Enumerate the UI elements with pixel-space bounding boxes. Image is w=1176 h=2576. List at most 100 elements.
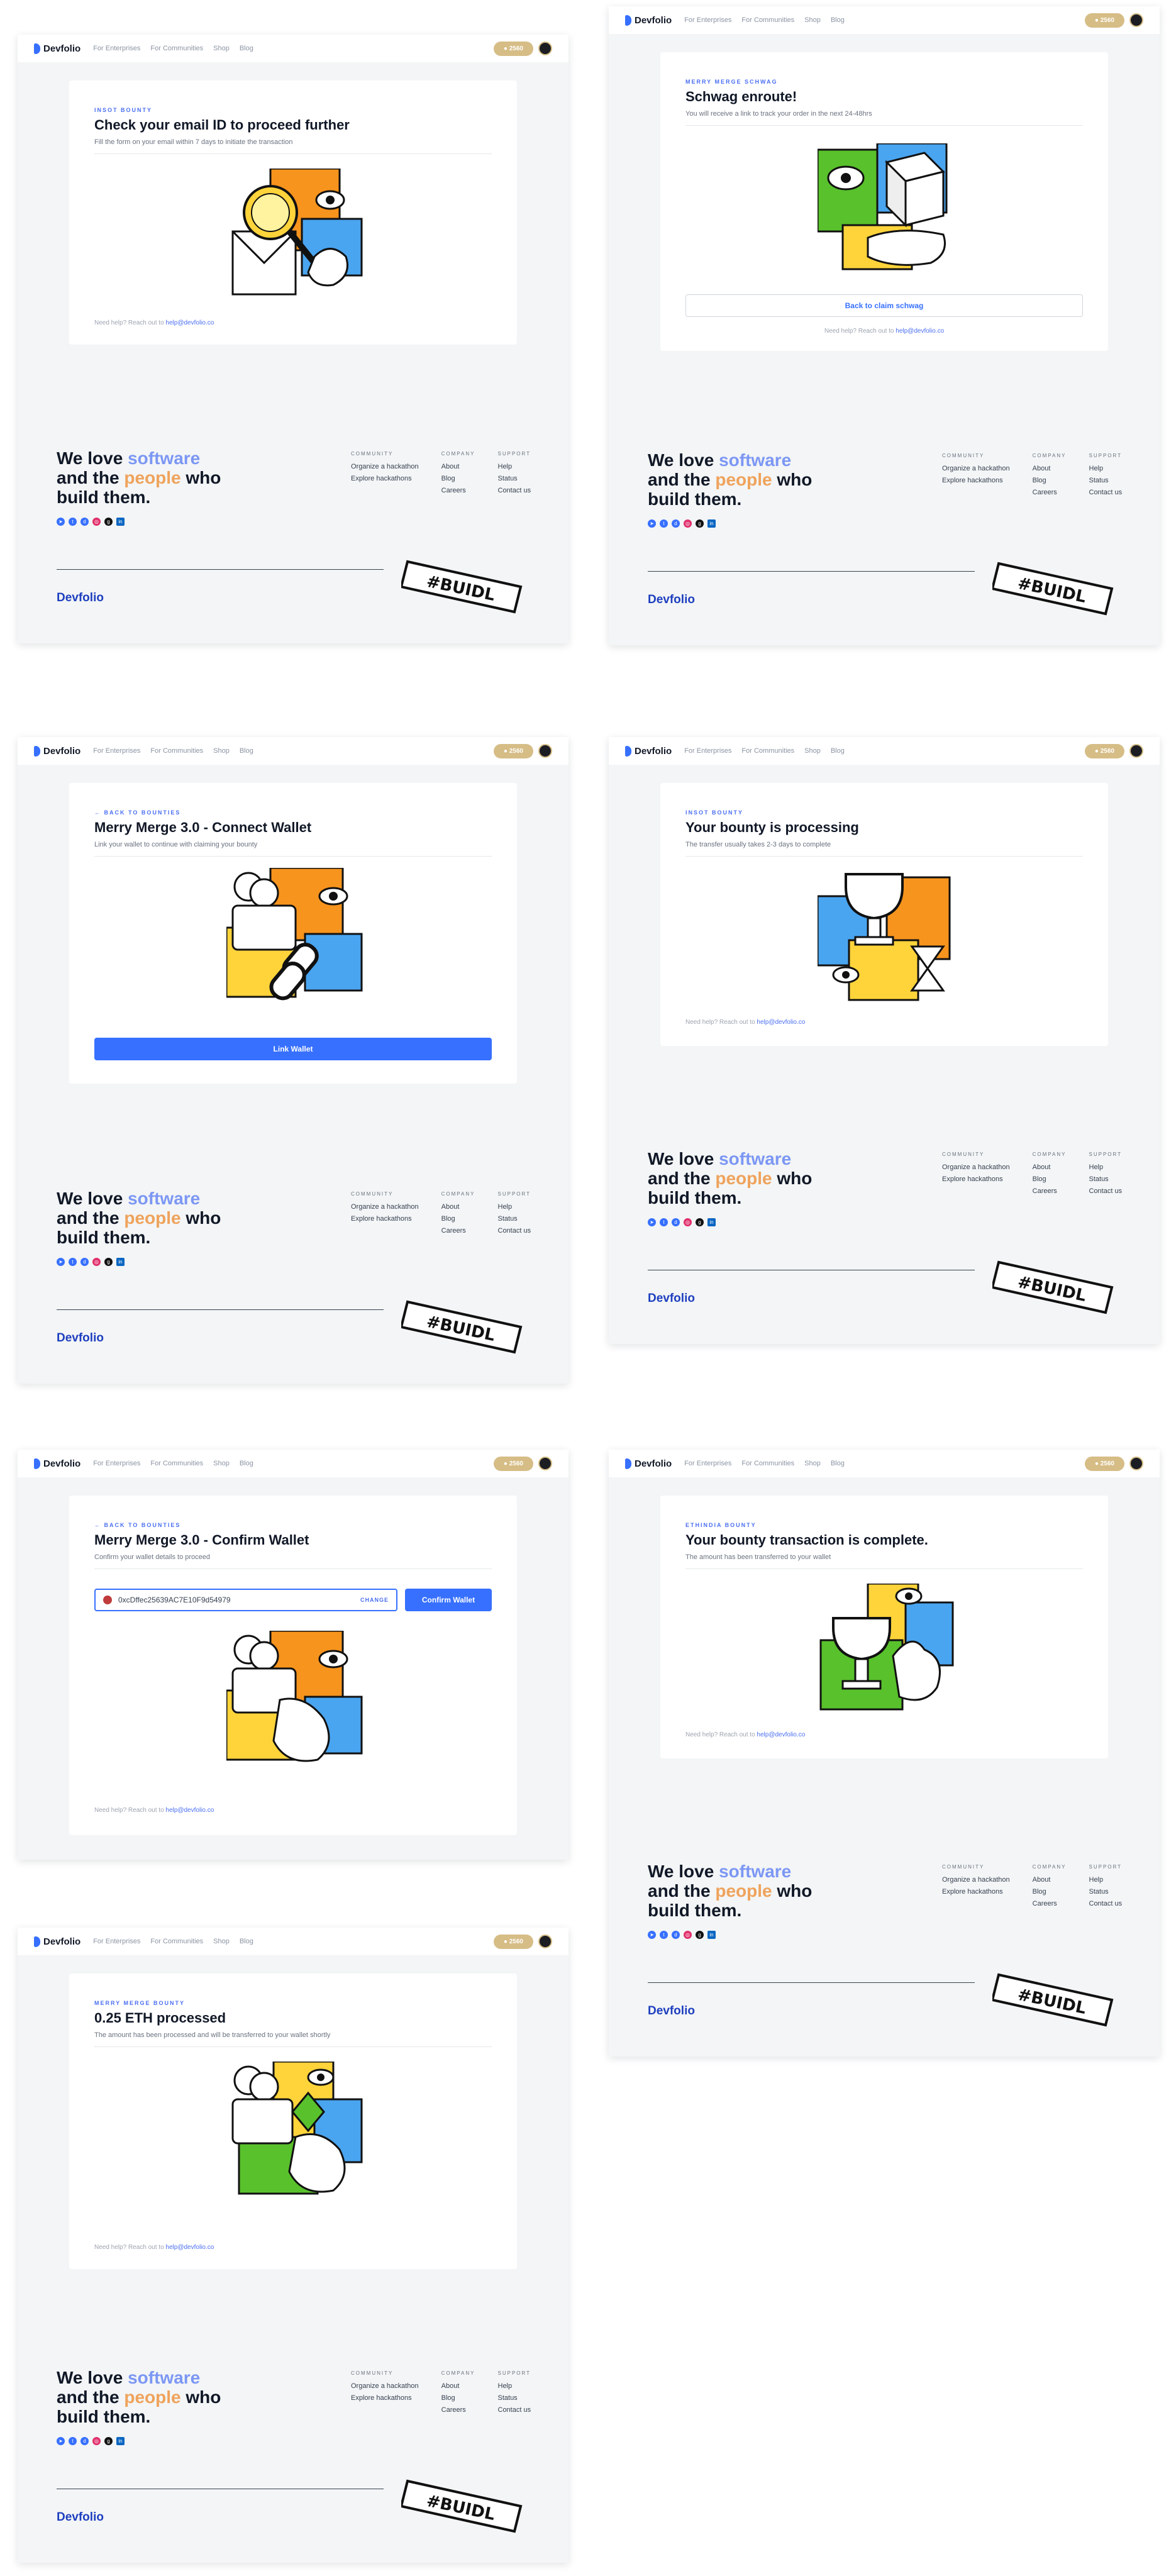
twitter-icon[interactable]: t [660, 519, 668, 528]
nav-enterprises[interactable]: For Enterprises [93, 747, 140, 755]
nav-communities[interactable]: For Communities [150, 747, 203, 755]
nav-enterprises[interactable]: For Enterprises [93, 45, 140, 52]
nav-blog[interactable]: Blog [831, 1460, 845, 1467]
avatar[interactable] [1129, 1457, 1143, 1470]
footer-link[interactable]: Organize a hackathon [942, 1876, 1010, 1884]
footer-link[interactable]: Explore hackathons [351, 2394, 419, 2402]
nav-communities[interactable]: For Communities [741, 747, 794, 755]
avatar[interactable] [538, 42, 552, 55]
footer-link[interactable]: About [1033, 1163, 1067, 1171]
footer-link[interactable]: Contact us [498, 1227, 531, 1235]
twitter-icon[interactable]: t [660, 1931, 668, 1939]
github-icon[interactable]: g [104, 518, 113, 526]
nav-blog[interactable]: Blog [240, 45, 253, 52]
footer-logo[interactable]: Devfolio [648, 1292, 695, 1306]
discord-icon[interactable]: d [672, 1218, 680, 1226]
points-badge[interactable]: ● 2560 [1084, 13, 1124, 28]
brand-logo[interactable]: Devfolio [34, 43, 80, 54]
linkedin-icon[interactable]: in [707, 1218, 716, 1226]
help-email-link[interactable]: help@devfolio.co [757, 1731, 805, 1738]
discord-icon[interactable]: d [80, 1258, 89, 1266]
avatar[interactable] [538, 1457, 552, 1470]
wallet-address-field[interactable]: 0xcDffec25639AC7E10F9d54979 CHANGE [94, 1589, 397, 1611]
discord-icon[interactable]: d [672, 1931, 680, 1939]
footer-link[interactable]: Careers [1033, 1900, 1067, 1907]
footer-link[interactable]: Contact us [498, 487, 531, 494]
nav-shop[interactable]: Shop [804, 1460, 821, 1467]
twitter-icon[interactable]: t [69, 2437, 77, 2445]
brand-logo[interactable]: Devfolio [625, 14, 672, 26]
points-badge[interactable]: ● 2560 [493, 41, 533, 56]
footer-link[interactable]: Blog [1033, 1175, 1067, 1183]
footer-link[interactable]: Careers [441, 2406, 475, 2414]
footer-link[interactable]: Careers [1033, 1187, 1067, 1195]
footer-link[interactable]: Explore hackathons [942, 1888, 1010, 1896]
help-email-link[interactable]: help@devfolio.co [165, 1807, 214, 1814]
footer-link[interactable]: Status [498, 475, 531, 482]
telegram-icon[interactable]: ➤ [57, 1258, 65, 1266]
help-email-link[interactable]: help@devfolio.co [165, 2244, 214, 2251]
telegram-icon[interactable]: ➤ [648, 1218, 656, 1226]
nav-blog[interactable]: Blog [831, 747, 845, 755]
footer-link[interactable]: Status [1089, 1175, 1123, 1183]
footer-logo[interactable]: Devfolio [57, 2511, 104, 2524]
footer-link[interactable]: About [441, 463, 475, 470]
footer-link[interactable]: Organize a hackathon [942, 465, 1010, 472]
discord-icon[interactable]: d [80, 2437, 89, 2445]
back-to-claim-button[interactable]: Back to claim schwag [685, 294, 1083, 317]
footer-link[interactable]: Organize a hackathon [942, 1163, 1010, 1171]
nav-shop[interactable]: Shop [213, 1460, 230, 1467]
github-icon[interactable]: g [104, 2437, 113, 2445]
change-wallet-link[interactable]: CHANGE [360, 1597, 389, 1603]
instagram-icon[interactable]: ◎ [684, 519, 692, 528]
footer-link[interactable]: Careers [441, 1227, 475, 1235]
nav-blog[interactable]: Blog [240, 1938, 253, 1945]
points-badge[interactable]: ● 2560 [493, 1456, 533, 1471]
nav-enterprises[interactable]: For Enterprises [93, 1938, 140, 1945]
nav-shop[interactable]: Shop [804, 16, 821, 24]
footer-link[interactable]: Help [1089, 465, 1123, 472]
avatar[interactable] [538, 1935, 552, 1948]
brand-logo[interactable]: Devfolio [34, 745, 80, 757]
nav-enterprises[interactable]: For Enterprises [684, 16, 731, 24]
footer-link[interactable]: Status [498, 2394, 531, 2402]
confirm-wallet-button[interactable]: Confirm Wallet [405, 1589, 492, 1611]
nav-shop[interactable]: Shop [213, 1938, 230, 1945]
nav-enterprises[interactable]: For Enterprises [684, 747, 731, 755]
instagram-icon[interactable]: ◎ [92, 2437, 101, 2445]
footer-link[interactable]: Explore hackathons [942, 1175, 1010, 1183]
footer-link[interactable]: Blog [441, 475, 475, 482]
points-badge[interactable]: ● 2560 [1084, 743, 1124, 758]
footer-link[interactable]: About [441, 1203, 475, 1211]
help-email-link[interactable]: help@devfolio.co [896, 328, 944, 335]
nav-communities[interactable]: For Communities [150, 1460, 203, 1467]
brand-logo[interactable]: Devfolio [34, 1936, 80, 1947]
discord-icon[interactable]: d [672, 519, 680, 528]
instagram-icon[interactable]: ◎ [684, 1931, 692, 1939]
brand-logo[interactable]: Devfolio [625, 1458, 672, 1469]
nav-blog[interactable]: Blog [240, 747, 253, 755]
footer-link[interactable]: Careers [441, 487, 475, 494]
github-icon[interactable]: g [104, 1258, 113, 1266]
footer-link[interactable]: Explore hackathons [351, 475, 419, 482]
footer-link[interactable]: Contact us [1089, 489, 1123, 496]
footer-link[interactable]: Help [498, 1203, 531, 1211]
footer-link[interactable]: Help [498, 463, 531, 470]
points-badge[interactable]: ● 2560 [1084, 1456, 1124, 1471]
points-badge[interactable]: ● 2560 [493, 743, 533, 758]
footer-logo[interactable]: Devfolio [648, 2004, 695, 2018]
github-icon[interactable]: g [696, 519, 704, 528]
footer-link[interactable]: Explore hackathons [351, 1215, 419, 1223]
discord-icon[interactable]: d [80, 518, 89, 526]
footer-link[interactable]: Organize a hackathon [351, 463, 419, 470]
nav-blog[interactable]: Blog [831, 16, 845, 24]
back-to-bounties-link[interactable]: ← BACK TO BOUNTIES [94, 809, 180, 816]
avatar[interactable] [538, 744, 552, 758]
nav-shop[interactable]: Shop [213, 747, 230, 755]
footer-link[interactable]: About [1033, 1876, 1067, 1884]
footer-logo[interactable]: Devfolio [57, 1331, 104, 1345]
footer-link[interactable]: Status [498, 1215, 531, 1223]
nav-communities[interactable]: For Communities [150, 45, 203, 52]
back-to-bounties-link[interactable]: ← BACK TO BOUNTIES [94, 1522, 180, 1528]
footer-link[interactable]: Blog [441, 2394, 475, 2402]
